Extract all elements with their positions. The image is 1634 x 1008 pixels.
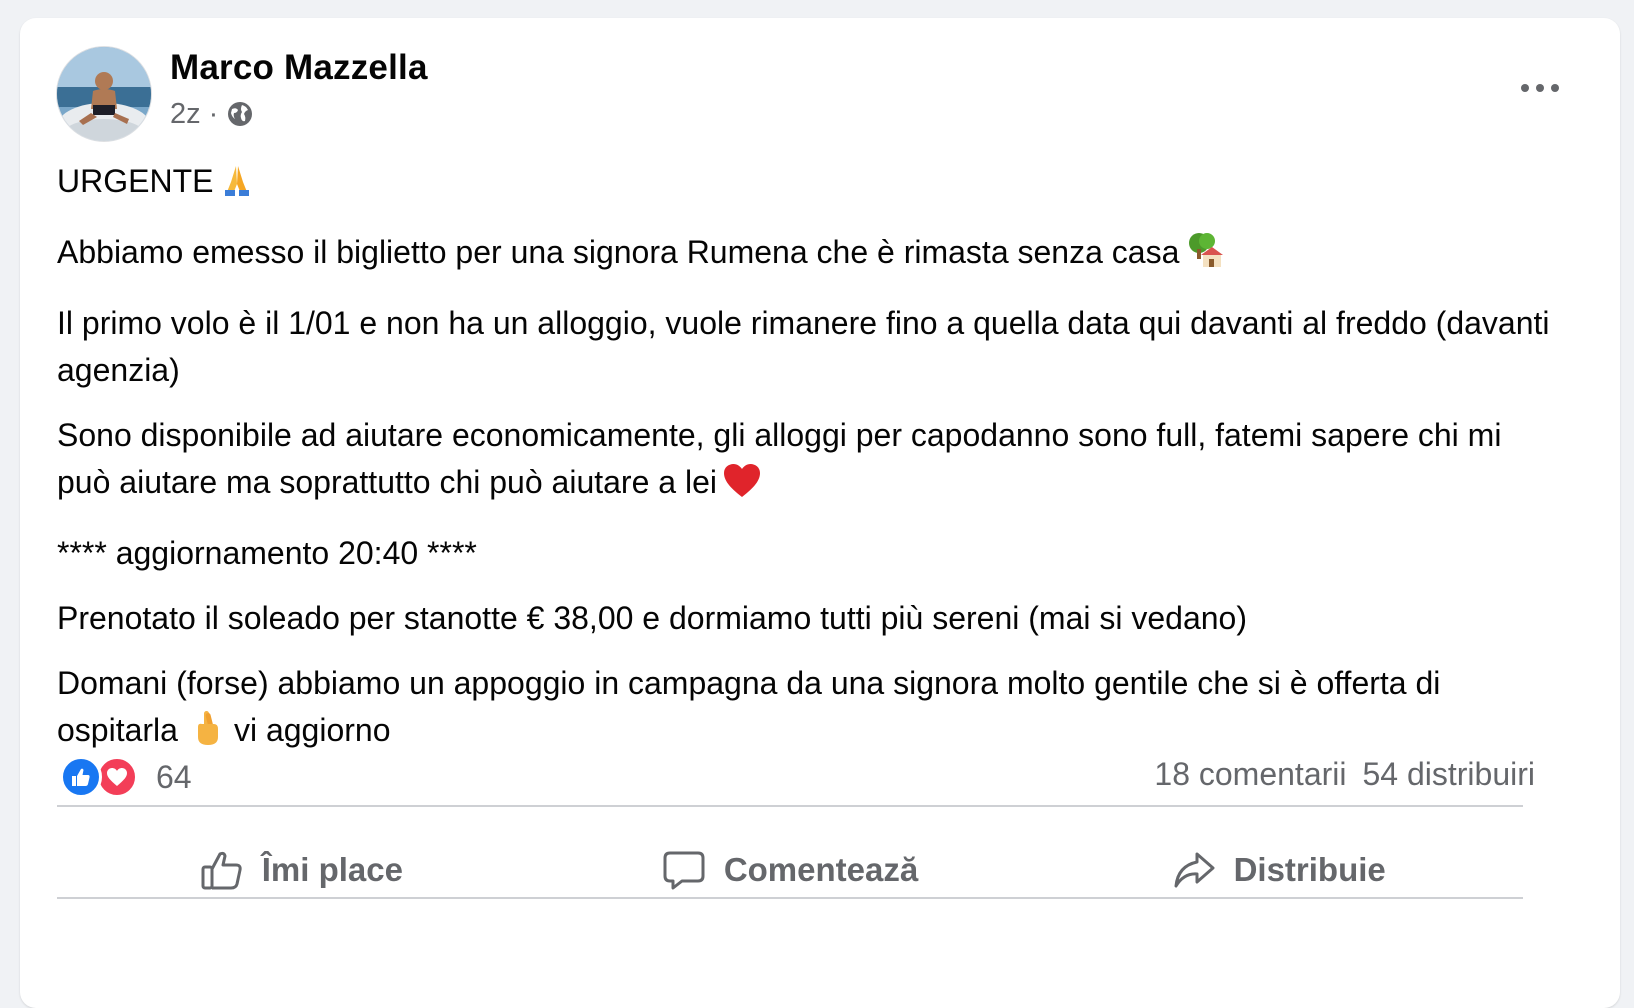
paragraph-text: **** aggiornamento 20:40 ****	[57, 535, 477, 571]
folded-hands-emoji	[219, 162, 255, 211]
post-paragraph: Prenotato il soleado per stanotte € 38,0…	[57, 595, 1557, 642]
post-paragraph: Sono disponibile ad aiutare economicamen…	[57, 412, 1557, 512]
share-button[interactable]: Distribuie	[1034, 826, 1523, 914]
post-paragraph: Il primo volo è il 1/01 e non ha un allo…	[57, 300, 1557, 394]
paragraph-text: Sono disponibile ad aiutare economicamen…	[57, 417, 1502, 500]
shares-count[interactable]: 54 distribuiri	[1362, 756, 1535, 793]
paragraph-text: vi aggiorno	[233, 712, 391, 748]
crossed-fingers-emoji	[192, 709, 222, 760]
paragraph-text: Prenotato il soleado per stanotte € 38,0…	[57, 600, 1247, 636]
like-label: Îmi place	[261, 851, 403, 888]
more-options-icon	[1521, 84, 1559, 92]
share-label: Distribuie	[1233, 851, 1386, 888]
post-paragraph: **** aggiornamento 20:40 ****	[57, 530, 1557, 577]
love-reaction-icon	[96, 756, 138, 798]
post-stats: 18 comentarii 54 distribuiri	[1154, 756, 1535, 793]
divider	[57, 897, 1523, 899]
paragraph-text: URGENTE	[57, 163, 214, 199]
paragraph-text: Abbiamo emesso il biglietto per una sign…	[57, 234, 1180, 270]
post-paragraph: URGENTE	[57, 158, 1557, 211]
post-paragraph: Domani (forse) abbiamo un appoggio in ca…	[57, 660, 1557, 760]
globe-icon[interactable]	[226, 100, 256, 130]
comment-button[interactable]: Comentează	[546, 826, 1035, 914]
post-meta: 2z ·	[170, 98, 256, 131]
like-button[interactable]: Îmi place	[57, 826, 546, 914]
comment-label: Comentează	[723, 851, 919, 888]
action-bar: Îmi place Comentează Distribuie	[57, 826, 1523, 914]
red-heart-emoji	[723, 463, 761, 512]
post-body: URGENTE Abbiamo emesso il biglietto per …	[57, 158, 1557, 778]
divider	[57, 805, 1523, 807]
comment-bubble-icon	[663, 851, 705, 890]
post-time[interactable]: 2z	[170, 98, 201, 131]
reaction-count: 64	[156, 758, 192, 795]
share-arrow-icon	[1174, 852, 1215, 888]
more-options-button[interactable]	[1510, 68, 1570, 108]
like-reaction-icon	[60, 756, 102, 798]
author-name[interactable]: Marco Mazzella	[170, 48, 428, 88]
house-tree-emoji	[1185, 231, 1224, 282]
post-card: Marco Mazzella 2z · URGENTE Abbiamo emes…	[20, 18, 1620, 1008]
comments-count[interactable]: 18 comentarii	[1154, 756, 1346, 793]
post-paragraph: Abbiamo emesso il biglietto per una sign…	[57, 229, 1557, 282]
author-avatar[interactable]	[56, 46, 152, 142]
meta-separator: ·	[208, 98, 219, 130]
reaction-summary[interactable]: 64	[60, 756, 192, 798]
paragraph-text: Il primo volo è il 1/01 e non ha un allo…	[57, 305, 1550, 388]
thumbs-up-icon	[201, 851, 242, 890]
